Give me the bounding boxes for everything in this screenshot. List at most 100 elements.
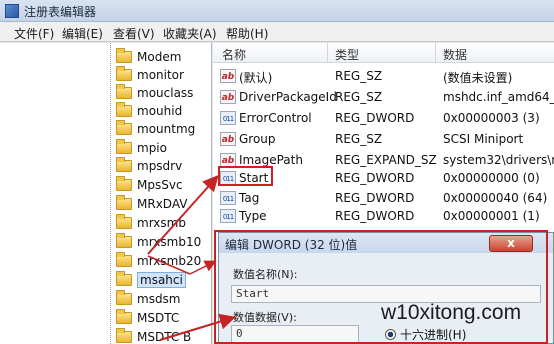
folder-icon [116, 213, 132, 229]
value-type: REG_DWORD [335, 171, 415, 185]
tree-item-label: mrxsmb [137, 215, 186, 230]
folder-icon [116, 175, 132, 191]
tree-item[interactable]: Modem [108, 47, 181, 66]
value-row[interactable]: ab Group REG_SZ SCSI Miniport [213, 130, 554, 149]
value-name: Group [239, 132, 276, 146]
menu-help[interactable]: 帮助(H) [226, 25, 268, 42]
binary-value-icon: 011 [220, 111, 236, 125]
value-row[interactable]: 011 Type REG_DWORD 0x00000001 (1) [213, 207, 554, 226]
tree-item-label: monitor [137, 67, 184, 82]
tree-item-label: Modem [137, 49, 182, 64]
tree-item-selected[interactable]: msahci [108, 270, 186, 289]
tree-item[interactable]: mrxsmb10 [108, 232, 201, 251]
value-data: (数值未设置) [443, 71, 513, 85]
folder-icon [116, 270, 132, 286]
tree-item[interactable]: MSDTC [108, 308, 179, 327]
tree-item-label: mrxsmb10 [137, 234, 202, 249]
start-value-highlight-box [218, 166, 273, 186]
value-type: REG_DWORD [335, 191, 415, 205]
tree-item[interactable]: mrxsmb [108, 213, 186, 232]
binary-value-icon: 011 [220, 191, 236, 205]
title-bar: 注册表编辑器 [0, 0, 554, 22]
value-type: REG_DWORD [335, 111, 415, 125]
value-name: (默认) [239, 71, 273, 85]
tree-item[interactable]: MSDTC B [108, 327, 191, 344]
tree-item[interactable]: MpsSvc [108, 175, 183, 194]
folder-icon [116, 289, 132, 305]
tree-item[interactable]: MRxDAV [108, 194, 187, 213]
value-row[interactable]: 011 ErrorControl REG_DWORD 0x00000003 (3… [213, 109, 554, 128]
value-type: REG_SZ [335, 132, 383, 146]
folder-icon [116, 251, 132, 267]
value-type: REG_DWORD [335, 209, 415, 223]
menu-view[interactable]: 查看(V) [113, 25, 155, 42]
tree-item[interactable]: mrxsmb20 [108, 251, 201, 270]
value-data: SCSI Miniport [443, 132, 524, 146]
tree-item[interactable]: mouclass [108, 83, 193, 102]
column-header-data[interactable]: 数据 [443, 46, 467, 63]
tree-item[interactable]: mouhid [108, 101, 182, 120]
folder-icon [116, 101, 132, 117]
tree-item-label: MSDTC [137, 310, 180, 325]
value-type: REG_EXPAND_SZ [335, 153, 437, 167]
menu-bar: 文件(F) 编辑(E) 查看(V) 收藏夹(A) 帮助(H) [0, 22, 554, 42]
tree-item-label: mrxsmb20 [137, 253, 202, 268]
tree-item-label: MSDTC B [137, 329, 192, 344]
tree-item-label: mpio [137, 140, 167, 155]
value-name: Tag [239, 191, 260, 205]
column-header-type[interactable]: 类型 [335, 46, 359, 63]
folder-icon [116, 308, 132, 324]
column-divider[interactable] [327, 43, 328, 63]
tree-item-label: mouhid [137, 103, 183, 118]
value-row[interactable]: ab DriverPackageId REG_SZ mshdc.inf_amd6… [213, 88, 554, 107]
tree-item[interactable]: msdsm [108, 289, 181, 308]
string-value-icon: ab [220, 69, 236, 83]
tree-item-label: mountmg [137, 121, 196, 136]
folder-icon [116, 65, 132, 81]
tree-item-label: MpsSvc [137, 177, 183, 192]
tree-item-label: msdsm [137, 291, 181, 306]
list-header: 名称 类型 数据 [213, 43, 554, 63]
value-row[interactable]: 011 Tag REG_DWORD 0x00000040 (64) [213, 189, 554, 208]
string-value-icon: ab [220, 90, 236, 104]
value-name: DriverPackageId [239, 90, 337, 104]
string-value-icon: ab [220, 132, 236, 146]
column-divider[interactable] [435, 43, 436, 63]
folder-icon [116, 83, 132, 99]
value-data: mshdc.inf_amd64_n [443, 90, 554, 104]
tree-item-label: mpsdrv [137, 158, 183, 173]
string-value-icon: ab [220, 153, 236, 167]
value-data: system32\drivers\m [443, 153, 554, 167]
watermark: w10xitong.com [381, 301, 522, 324]
tree-item[interactable]: mpsdrv [108, 156, 182, 175]
menu-file[interactable]: 文件(F) [14, 25, 54, 42]
value-name: ImagePath [239, 153, 303, 167]
tree-item-label: msahci [137, 271, 186, 288]
folder-icon [116, 156, 132, 172]
binary-value-icon: 011 [220, 209, 236, 223]
window-title: 注册表编辑器 [24, 5, 97, 19]
tree-item-label: MRxDAV [137, 196, 188, 211]
registry-tree[interactable]: Modem monitor mouclass mouhid mountmg mp… [0, 43, 212, 344]
value-row[interactable]: ab (默认) REG_SZ (数值未设置) [213, 67, 554, 86]
menu-edit[interactable]: 编辑(E) [62, 25, 103, 42]
tree-item[interactable]: monitor [108, 65, 184, 84]
value-name: ErrorControl [239, 111, 312, 125]
value-data: 0x00000003 (3) [443, 111, 540, 125]
regedit-app-icon [5, 4, 19, 18]
tree-item[interactable]: mountmg [108, 119, 195, 138]
folder-icon [116, 194, 132, 210]
value-data: 0x00000001 (1) [443, 209, 540, 223]
column-header-name[interactable]: 名称 [222, 46, 246, 63]
folder-icon [116, 138, 132, 154]
tree-item-label: mouclass [137, 85, 194, 100]
value-data: 0x00000040 (64) [443, 191, 548, 205]
folder-icon [116, 232, 132, 248]
dialog-highlight-box [214, 230, 548, 344]
menu-favorites[interactable]: 收藏夹(A) [163, 25, 217, 42]
tree-item[interactable]: mpio [108, 138, 167, 157]
value-name: Type [239, 209, 267, 223]
value-type: REG_SZ [335, 90, 383, 104]
value-data: 0x00000000 (0) [443, 171, 540, 185]
value-type: REG_SZ [335, 69, 383, 83]
